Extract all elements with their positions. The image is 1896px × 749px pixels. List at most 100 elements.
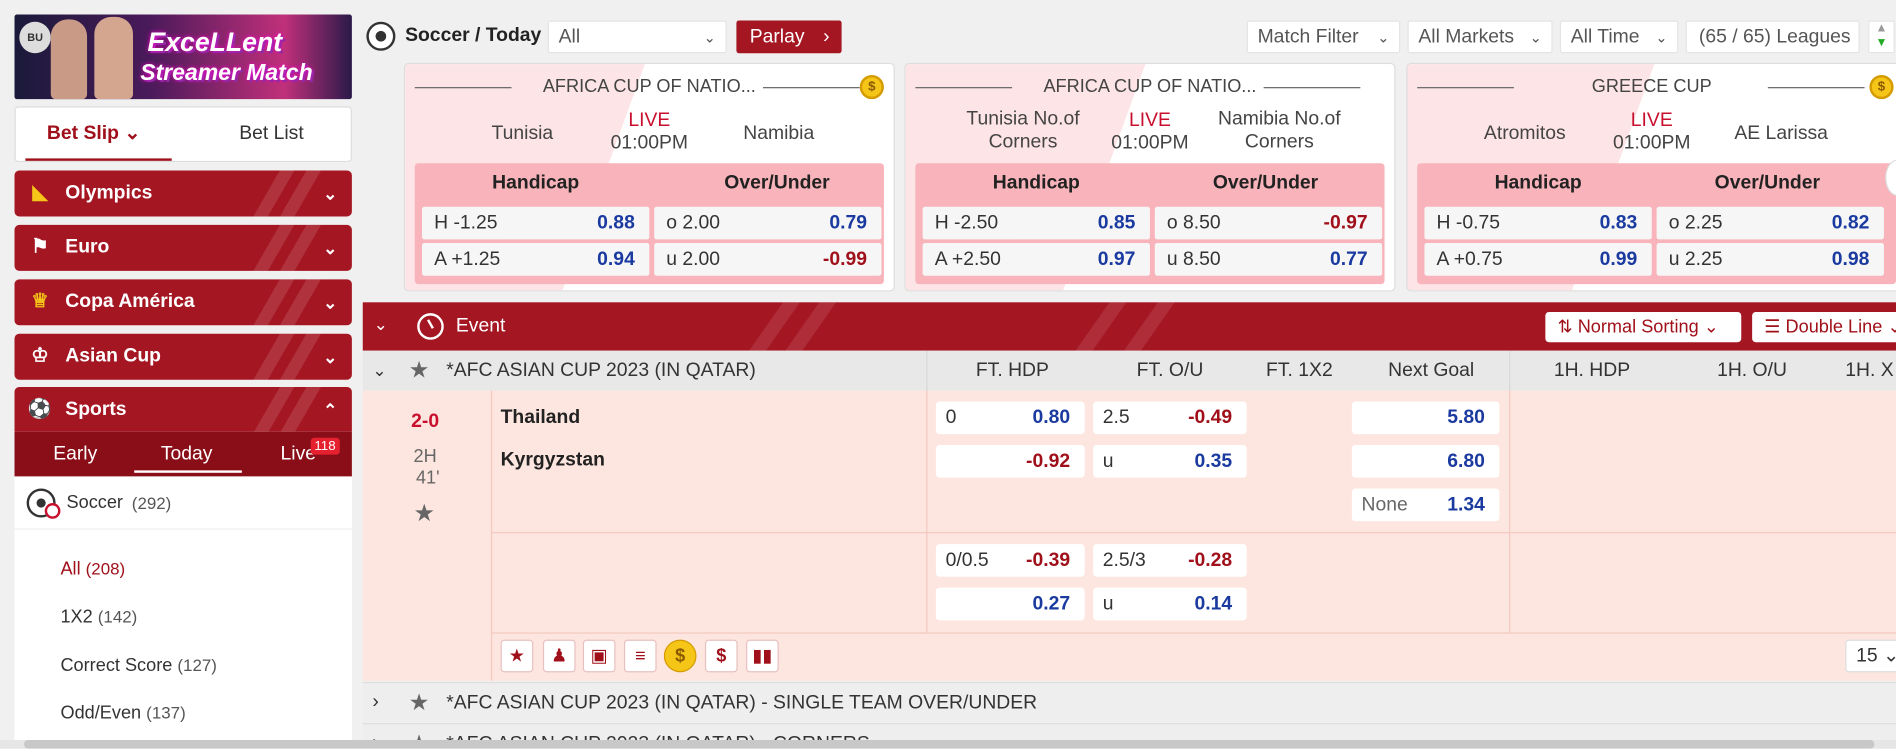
odds-cell[interactable]: o 2.25 0.82: [1656, 206, 1884, 240]
market-item-odd-even[interactable]: Odd/Even (137): [60, 703, 397, 724]
chevron-up-icon: ⌃: [323, 400, 338, 420]
odds-cell[interactable]: A +1.25 0.94: [422, 243, 650, 276]
odds-cell[interactable]: u 8.50 0.77: [1154, 243, 1383, 276]
parlay-button[interactable]: Parlay ›: [736, 20, 842, 54]
col-1h-hdp: 1H. HDP: [1553, 360, 1631, 381]
odds-cell[interactable]: H -0.75 0.83: [1424, 206, 1652, 240]
odds-value: 0.82: [1831, 212, 1870, 234]
league-header-row[interactable]: ⌄ ★ *AFC ASIAN CUP 2023 (IN QATAR) FT. H…: [362, 350, 1896, 391]
all-time-dropdown[interactable]: All Time ⌄: [1559, 20, 1679, 54]
odds-value: 0.99: [1599, 249, 1638, 270]
streamer-icon[interactable]: ♟: [542, 639, 576, 673]
coin-icon[interactable]: $: [859, 74, 884, 100]
category-olympics[interactable]: ◣ Olympics ⌄: [14, 170, 352, 217]
coin-icon[interactable]: $: [663, 639, 697, 673]
chevron-down-icon: ⌄: [1529, 29, 1542, 46]
coin-icon[interactable]: $: [1869, 74, 1894, 100]
bet-slip-label: Bet Slip: [46, 123, 119, 144]
market-item-all[interactable]: All (208): [60, 559, 397, 580]
odds-value: 0.27: [1032, 593, 1071, 615]
ft-ou-alt-over-odds[interactable]: 2.5/3 -0.28: [1093, 544, 1247, 577]
market-item-correct-score[interactable]: Correct Score (127): [60, 655, 397, 676]
banner-title-line1: ExceLLent: [147, 26, 283, 57]
odds-line: 2.5/3: [1102, 550, 1146, 571]
list-icon: ☰: [1764, 316, 1781, 338]
featured-match-card[interactable]: GREECE CUP $ Atromitos LIVE 01:00PM AE L…: [1406, 62, 1896, 292]
euro-trophy-icon: ⚑: [31, 237, 49, 258]
field-view-icon[interactable]: ▣: [582, 639, 616, 673]
all-markets-dropdown[interactable]: All Markets ⌄: [1407, 20, 1553, 54]
ft-hdp-away-odds[interactable]: -0.92: [935, 444, 1085, 478]
sport-soccer[interactable]: Soccer (292): [14, 476, 352, 530]
banner-model-image: [50, 19, 88, 100]
next-goal-none-odds[interactable]: None 1.34: [1351, 488, 1500, 522]
tab-early[interactable]: Early: [53, 432, 97, 477]
odds-cell[interactable]: A +2.50 0.97: [922, 243, 1150, 276]
stats-chart-icon[interactable]: ▮▮: [746, 639, 779, 673]
chevron-right-icon[interactable]: ›: [372, 692, 378, 714]
sorting-dropdown[interactable]: ⇅ Normal Sorting ⌄: [1545, 311, 1742, 343]
bet-slip-tab[interactable]: Bet Slip ⌄: [16, 108, 172, 161]
dollar-icon[interactable]: $: [704, 639, 738, 673]
bet-tabs: Bet Slip ⌄ Bet List: [14, 106, 352, 163]
featured-match-card[interactable]: AFRICA CUP OF NATIO... $ Tunisia LIVE 01…: [403, 62, 895, 292]
match-filter-dropdown[interactable]: Match Filter ⌄: [1246, 20, 1401, 54]
next-goal-away-odds[interactable]: 6.80: [1351, 444, 1500, 478]
odds-cell[interactable]: u 2.25 0.98: [1656, 243, 1884, 276]
odds-line: 0/0.5: [945, 550, 989, 571]
clock-icon: [417, 313, 444, 340]
odds-value: 0.14: [1194, 593, 1233, 615]
tab-today[interactable]: Today: [134, 432, 241, 477]
scrollbar-thumb[interactable]: [24, 740, 1875, 749]
odds-cell[interactable]: o 2.00 0.79: [654, 206, 882, 240]
market-item-1x2[interactable]: 1X2 (142): [60, 607, 397, 628]
next-goal-home-odds[interactable]: 5.80: [1351, 401, 1500, 435]
category-euro[interactable]: ⚑ Euro ⌄: [14, 224, 352, 271]
chevron-down-icon: ⌄: [1377, 29, 1390, 46]
ft-hdp-home-odds[interactable]: 0 0.80: [935, 401, 1085, 435]
league-header-row-collapsed[interactable]: › ★ *AFC ASIAN CUP 2023 (IN QATAR) - SIN…: [362, 681, 1896, 722]
favorite-star-icon[interactable]: ★: [409, 357, 430, 385]
chevron-right-icon: ›: [823, 26, 830, 48]
odds-cell[interactable]: o 8.50 -0.97: [1154, 206, 1383, 240]
event-label: Event: [455, 315, 506, 337]
streamer-banner[interactable]: BU ExceLLent Streamer Match: [14, 14, 352, 100]
over-under-header: Over/Under: [724, 172, 830, 194]
favorite-star-icon[interactable]: ★: [414, 498, 436, 528]
chevron-down-icon: ⌄: [323, 183, 338, 204]
category-copa-america[interactable]: ♕ Copa América ⌄: [14, 279, 352, 326]
odds-line: A +0.75: [1436, 249, 1503, 270]
odds-cell[interactable]: H -2.50 0.85: [922, 206, 1150, 240]
favorite-star-icon[interactable]: ★: [500, 639, 534, 673]
col-next-goal: Next Goal: [1388, 360, 1475, 381]
odds-cell[interactable]: H -1.25 0.88: [422, 206, 650, 240]
ft-ou-over-odds[interactable]: 2.5 -0.49: [1093, 401, 1247, 435]
market-count: (208): [85, 558, 126, 578]
collapse-chevron-icon[interactable]: ⌄: [374, 314, 388, 335]
handicap-header: Handicap: [1494, 172, 1582, 194]
more-markets-button[interactable]: 15 ⌄: [1845, 639, 1896, 673]
league-name: *AFC ASIAN CUP 2023 (IN QATAR) - SINGLE …: [446, 692, 1038, 714]
card-league-name: AFRICA CUP OF NATIO...: [542, 76, 756, 97]
odds-cell[interactable]: A +0.75 0.99: [1424, 243, 1652, 276]
category-sports[interactable]: ⚽ Sports ⌃: [14, 386, 352, 432]
category-label: Euro: [65, 237, 110, 258]
market-select[interactable]: All ⌄: [547, 20, 727, 54]
ft-ou-alt-under-odds[interactable]: u 0.14: [1093, 587, 1247, 621]
over-under-header: Over/Under: [1714, 172, 1821, 194]
featured-match-card[interactable]: AFRICA CUP OF NATIO... Tunisia No.of Cor…: [904, 62, 1396, 292]
sort-arrows-icon[interactable]: ▲ ▼: [1868, 20, 1895, 54]
category-asian-cup[interactable]: ♔ Asian Cup ⌄: [14, 333, 352, 380]
ft-hdp-alt-away-odds[interactable]: 0.27: [935, 587, 1085, 621]
odds-cell[interactable]: u 2.00 -0.99: [654, 243, 882, 276]
favorite-star-icon[interactable]: ★: [409, 689, 430, 717]
leagues-selector[interactable]: (65 / 65) Leagues: [1685, 20, 1860, 54]
copa-trophy-icon: ♕: [31, 291, 49, 312]
bet-list-tab[interactable]: Bet List: [191, 108, 352, 161]
odds-value: -0.99: [822, 249, 867, 270]
ft-hdp-alt-home-odds[interactable]: 0/0.5 -0.39: [935, 544, 1085, 577]
ft-ou-under-odds[interactable]: u 0.35: [1093, 444, 1247, 478]
scoreboard-icon[interactable]: ≡: [623, 639, 657, 673]
chevron-down-icon[interactable]: ⌄: [372, 360, 386, 381]
line-view-dropdown[interactable]: ☰ Double Line ⌄: [1752, 311, 1896, 343]
